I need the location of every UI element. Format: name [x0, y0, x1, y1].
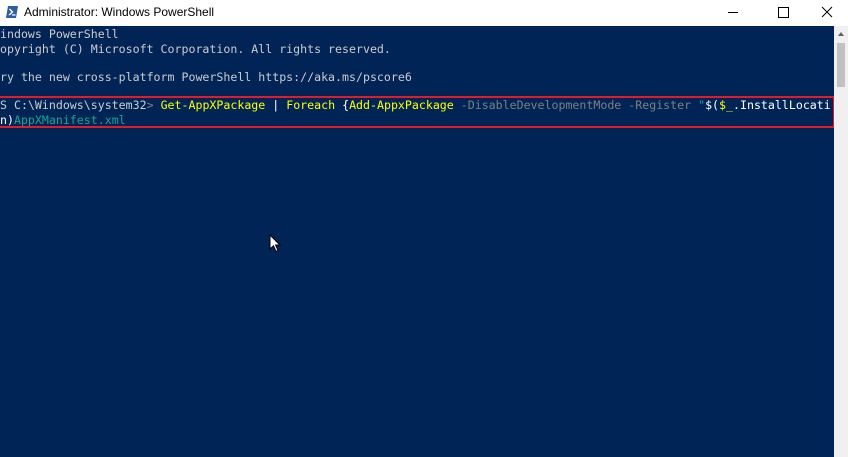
vertical-scrollbar[interactable]: [834, 26, 848, 457]
mouse-cursor-icon: [269, 234, 281, 253]
scrollbar-thumb[interactable]: [837, 43, 845, 87]
maximize-button[interactable]: [756, 0, 802, 26]
header-line: indows PowerShell: [0, 27, 119, 41]
copyright-line: opyright (C) Microsoft Corporation. All …: [0, 42, 391, 56]
powershell-icon: [6, 6, 18, 18]
command-highlight-box: [0, 96, 835, 128]
minimize-button[interactable]: [710, 0, 756, 26]
maximize-icon: [778, 7, 789, 18]
close-button[interactable]: [802, 0, 848, 26]
window-title: Administrator: Windows PowerShell: [24, 5, 215, 19]
scroll-up-arrow-icon[interactable]: [834, 26, 848, 42]
close-icon: [821, 6, 833, 18]
title-bar: Administrator: Windows PowerShell: [0, 0, 848, 26]
minimize-icon: [728, 12, 738, 13]
console-output[interactable]: indows PowerShell opyright (C) Microsoft…: [0, 26, 834, 457]
pscore-line: ry the new cross-platform PowerShell htt…: [0, 70, 412, 84]
